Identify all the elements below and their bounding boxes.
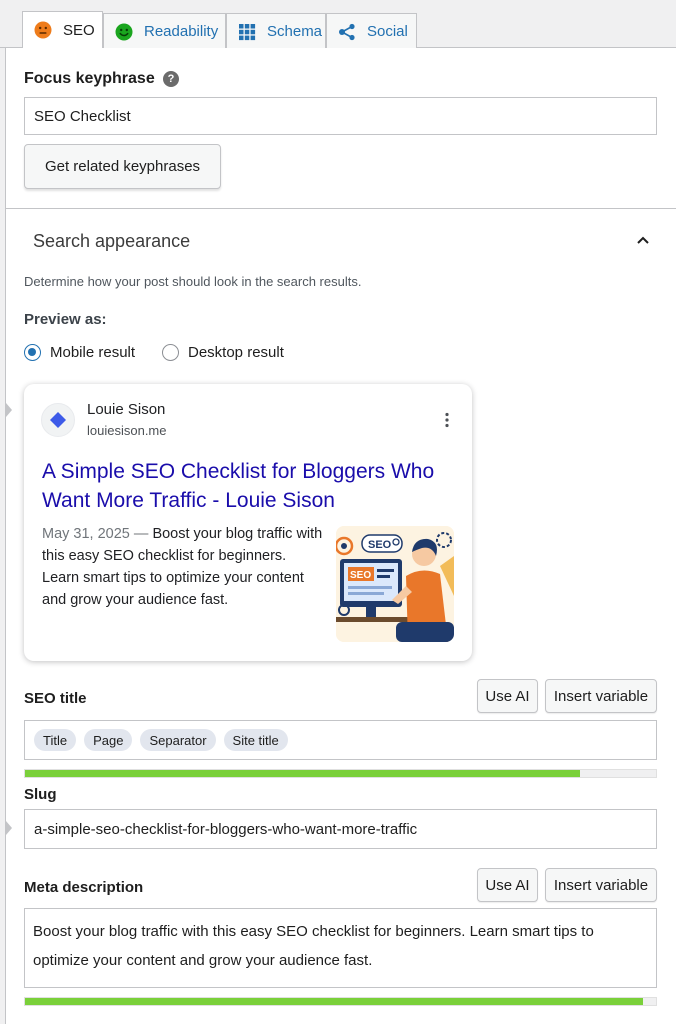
tab-label: Social [367,23,408,40]
radio-button-selected[interactable] [24,344,41,361]
desktop-result-radio[interactable]: Desktop result [162,344,284,361]
section-divider [6,208,676,209]
use-ai-button[interactable]: Use AI [477,679,538,713]
tab-label: Schema [267,23,323,40]
preview-title[interactable]: A Simple SEO Checklist for Bloggers Who … [42,457,452,515]
radio-button[interactable] [162,344,179,361]
seo-panel: Focus keyphrase ? SEO Checklist Get rela… [5,48,676,1024]
seo-title-label: SEO title [24,690,87,707]
metabox-tabs: SEO Readability Schema Social [0,0,676,49]
tab-schema[interactable]: Schema [226,13,326,49]
diamond-icon [50,412,66,428]
search-appearance-description: Determine how your post should look in t… [24,274,362,289]
help-icon[interactable]: ? [163,71,179,87]
mobile-result-radio[interactable]: Mobile result [24,344,135,361]
focus-keyphrase-input[interactable]: SEO Checklist [24,97,657,135]
slug-label: Slug [24,786,57,803]
preview-date: May 31, 2025 [42,526,130,542]
insert-variable-button[interactable]: Insert variable [545,679,657,713]
preview-date-separator: — [133,526,149,542]
more-vertical-icon[interactable] [444,412,450,433]
tab-label: SEO [63,21,95,39]
use-ai-button[interactable]: Use AI [477,868,538,902]
thumb-screen-seo: SEO [350,570,371,581]
seo-title-progress [24,769,657,778]
search-appearance-title[interactable]: Search appearance [33,231,190,252]
side-pointer-icon [6,821,12,835]
grid-icon [237,22,257,42]
share-icon [337,22,357,42]
site-favicon [41,403,75,437]
google-preview-card: Louie Sison louiesison.me A Simple SEO C… [24,384,472,661]
preview-site-url: louiesison.me [87,423,167,438]
meta-description-progress [24,997,657,1006]
meta-description-progress-fill [25,998,644,1005]
radio-label: Desktop result [188,344,284,361]
insert-variable-button[interactable]: Insert variable [545,868,657,902]
green-smiley-icon [114,22,134,42]
focus-keyphrase-label: Focus keyphrase [24,70,155,87]
preview-site-name: Louie Sison [87,401,166,418]
variable-chip[interactable]: Separator [140,729,216,751]
seo-title-progress-fill [25,770,581,777]
tab-social[interactable]: Social [326,13,417,49]
orange-face-icon [33,20,53,40]
meta-description-input[interactable]: Boost your blog traffic with this easy S… [24,908,657,988]
tab-label: Readability [144,23,219,40]
chevron-up-icon[interactable] [635,232,651,253]
variable-chip[interactable]: Page [84,729,133,751]
side-pointer-icon [6,403,12,417]
tab-seo[interactable]: SEO [22,11,103,48]
preview-thumbnail: SEO SEO [336,526,454,642]
variable-chip[interactable]: Site title [223,729,288,751]
preview-snippet-block: May 31, 2025 — Boost your blog traffic w… [42,523,324,611]
variable-chip[interactable]: Title [34,729,77,751]
get-related-keyphrases-button[interactable]: Get related keyphrases [24,144,221,189]
preview-as-label: Preview as: [24,311,107,328]
thumb-seo-tag: SEO [368,539,392,551]
radio-label: Mobile result [50,344,136,361]
seo-title-input[interactable]: Title Page Separator Site title [24,720,657,760]
slug-input[interactable]: a-simple-seo-checklist-for-bloggers-who-… [24,809,657,849]
meta-description-label: Meta description [24,879,144,896]
tab-readability[interactable]: Readability [103,13,226,49]
